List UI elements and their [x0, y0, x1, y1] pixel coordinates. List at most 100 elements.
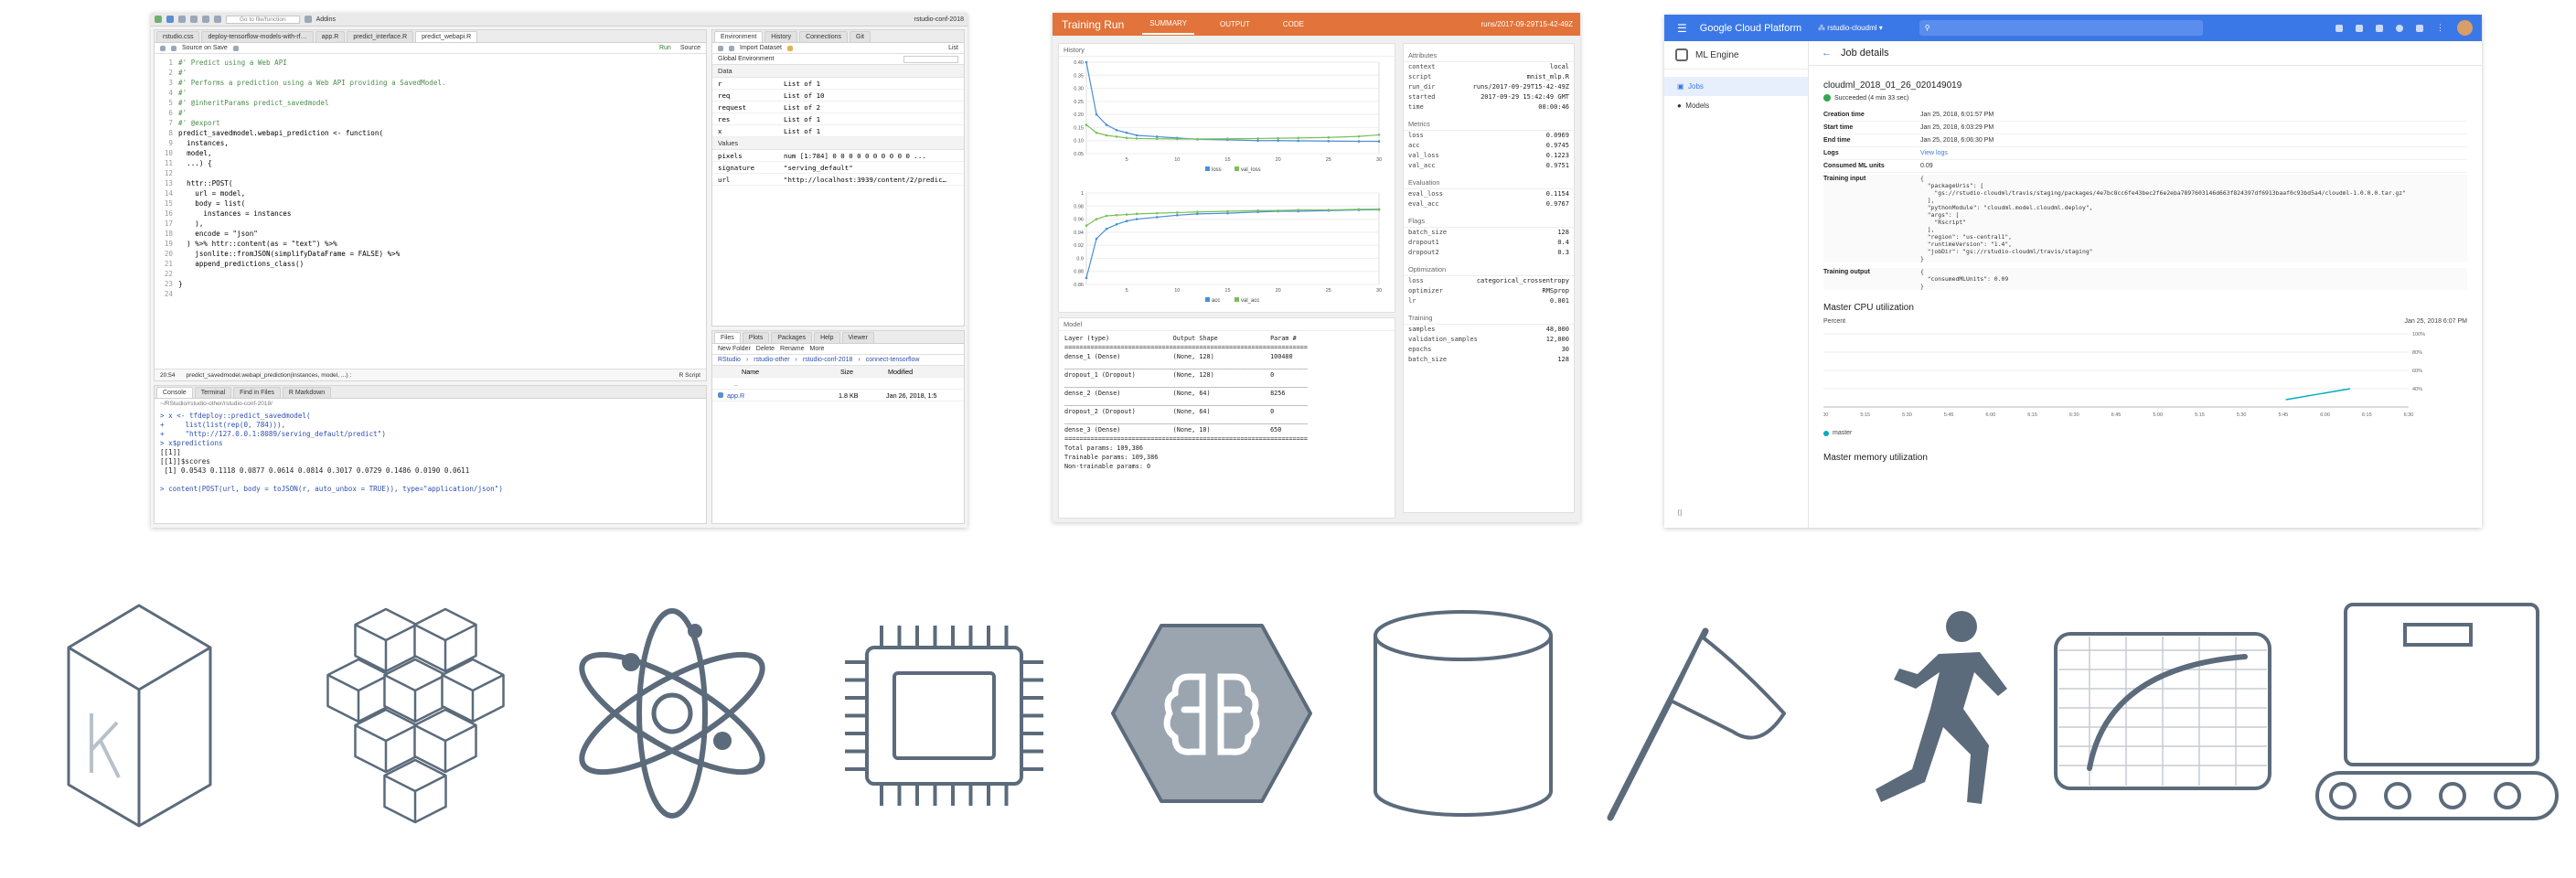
code-line[interactable]: 20 jsonlite::fromJSON(simplifyDataFrame … [155, 249, 706, 259]
load-icon[interactable] [718, 45, 723, 51]
code-editor[interactable]: 1 #' Predict using a Web API 2 #' 3 #' Perfor… [155, 56, 706, 368]
code-line[interactable]: 8 predict_savedmodel.webapi_prediction <-… [155, 128, 706, 138]
more-vert-icon[interactable]: ⋮ [2436, 23, 2444, 33]
search-icon[interactable] [232, 45, 239, 51]
source-on-save-checkbox[interactable]: Source on Save [182, 45, 228, 51]
collapse-sidebar-icon[interactable]: ⟨| [1677, 509, 1682, 517]
col-modified[interactable]: Modified [888, 368, 913, 376]
code-line[interactable]: 7 #' @export [155, 118, 706, 128]
global-environment-select[interactable]: Global Environment [718, 56, 774, 62]
code-line[interactable]: 16 instances = instances [155, 209, 706, 219]
alert-icon[interactable] [2376, 24, 2383, 32]
print-icon[interactable] [214, 16, 221, 23]
tab-help[interactable]: Help [814, 332, 840, 343]
file-row[interactable]: .. [712, 378, 964, 390]
breadcrumb-rstudio-other[interactable]: rstudio-other [754, 357, 789, 363]
env-row[interactable]: signature "serving_default" [712, 162, 964, 174]
tab-console[interactable]: Console [156, 387, 193, 398]
code-line[interactable]: 12 [155, 168, 706, 178]
import-dataset-button[interactable]: Import Dataset [740, 45, 782, 51]
file-row[interactable]: app.R 1.8 KB Jan 26, 2018, 1:5 [712, 390, 964, 402]
code-line[interactable]: 4 #' [155, 88, 706, 98]
file-name[interactable]: .. [718, 380, 837, 388]
new-file-icon[interactable] [155, 16, 162, 23]
code-line[interactable]: 21 append_predictions_class() [155, 259, 706, 269]
col-size[interactable]: Size [840, 368, 884, 376]
tab-find-in-files[interactable]: Find in Files [233, 387, 281, 398]
breadcrumb-connect-tensorflow[interactable]: connect-tensorflow [866, 357, 920, 363]
code-line[interactable]: 17 ), [155, 219, 706, 229]
file-type[interactable]: R Script [679, 372, 700, 379]
addins-menu[interactable]: Addins [316, 16, 336, 23]
env-row[interactable]: pixels num [1:784] 0 0 0 0 0 0 0 0 0 0 ..… [712, 150, 964, 162]
cloud-shell-icon[interactable] [2356, 24, 2363, 32]
sidebar-item-jobs[interactable]: ▣ Jobs [1664, 77, 1808, 96]
menu-icon[interactable]: ☰ [1677, 22, 1687, 35]
file-name[interactable]: app.R [727, 391, 835, 400]
save-workspace-icon[interactable] [729, 45, 734, 51]
project-selector[interactable]: ⁂ rstudio-cloudml ▾ [1818, 24, 1883, 32]
tab-terminal[interactable]: Terminal [194, 387, 232, 398]
tab-rstudio-css[interactable]: rstudio.css [156, 31, 200, 42]
breadcrumb-rstudio[interactable]: RStudio [718, 357, 741, 363]
code-line[interactable]: 14 url = model, [155, 188, 706, 198]
list-view-toggle[interactable]: List [948, 45, 958, 51]
code-line[interactable]: 5 #' @inheritParams predict_savedmodel [155, 98, 706, 108]
code-line[interactable]: 19 ) %>% httr::content(as = "text") %>% [155, 239, 706, 249]
code-line[interactable]: 18 encode = "json" [155, 229, 706, 239]
tab-code[interactable]: CODE [1276, 15, 1311, 34]
tab-connections[interactable]: Connections [799, 31, 848, 42]
env-row[interactable]: x List of 1 [712, 125, 964, 137]
new-folder-button[interactable]: New Folder [718, 346, 751, 352]
col-name[interactable]: Name [718, 368, 837, 376]
env-row[interactable]: url "http://localhost:3939/content/2/pred… [712, 174, 964, 186]
notifications-icon[interactable] [2416, 24, 2423, 32]
grid-icon[interactable] [304, 16, 312, 23]
code-line[interactable]: 24 [155, 289, 706, 299]
broom-icon[interactable] [786, 45, 793, 51]
run-button[interactable]: Run [659, 45, 671, 51]
gift-icon[interactable] [2336, 24, 2343, 32]
open-file-icon[interactable] [178, 16, 186, 23]
code-line[interactable]: 15 body = list( [155, 198, 706, 209]
code-line[interactable]: 9 instances, [155, 138, 706, 148]
forward-icon[interactable] [171, 45, 176, 51]
code-line[interactable]: 13 httr::POST( [155, 178, 706, 188]
rename-button[interactable]: Rename [780, 346, 804, 352]
save-all-icon[interactable] [202, 16, 209, 23]
tab-r-markdown[interactable]: R Markdown [282, 387, 332, 398]
env-search-input[interactable] [903, 55, 958, 63]
tab-environment[interactable]: Environment [714, 31, 764, 42]
sidebar-item-models[interactable]: ● Models [1664, 96, 1808, 115]
go-to-file-input[interactable]: Go to file/function [226, 15, 300, 24]
code-line[interactable]: 10 model, [155, 148, 706, 158]
delete-button[interactable]: Delete [756, 346, 775, 352]
tab-plots[interactable]: Plots [742, 332, 770, 343]
tab-git[interactable]: Git [850, 31, 871, 42]
gcp-brand[interactable]: Google Cloud Platform [1700, 23, 1801, 34]
gcp-search-input[interactable]: ⚲ [1919, 20, 2203, 36]
open-project-icon[interactable] [166, 16, 174, 23]
code-line[interactable]: 2 #' [155, 68, 706, 78]
tab-predict-webapi[interactable]: predict_webapi.R [415, 31, 478, 42]
tab-viewer[interactable]: Viewer [841, 332, 874, 343]
tab-packages[interactable]: Packages [771, 332, 813, 343]
code-line[interactable]: 6 #' [155, 108, 706, 118]
tab-predict-interface[interactable]: predict_interface.R [347, 31, 414, 42]
env-row[interactable]: req List of 10 [712, 90, 964, 102]
help-icon[interactable] [2396, 24, 2403, 32]
save-icon[interactable] [190, 16, 198, 23]
view-logs-link[interactable]: View logs [1920, 149, 2467, 158]
source-button[interactable]: Source [680, 45, 700, 51]
code-line[interactable]: 3 #' Performs a prediction using a Web AP… [155, 78, 706, 88]
back-icon[interactable] [160, 45, 166, 51]
code-line[interactable]: 1 #' Predict using a Web API [155, 58, 706, 68]
env-row[interactable]: request List of 2 [712, 102, 964, 113]
tab-output[interactable]: OUTPUT [1213, 15, 1257, 34]
env-row[interactable]: res List of 1 [712, 113, 964, 125]
breadcrumb-rstudio-conf[interactable]: rstudio-conf-2018 [803, 357, 852, 363]
back-arrow-icon[interactable]: ← [1822, 48, 1832, 59]
code-line[interactable]: 23} [155, 279, 706, 289]
more-button[interactable]: More [810, 346, 825, 352]
console-output[interactable]: > x <- tfdeploy::predict_savedmodel(+ li… [155, 409, 706, 497]
